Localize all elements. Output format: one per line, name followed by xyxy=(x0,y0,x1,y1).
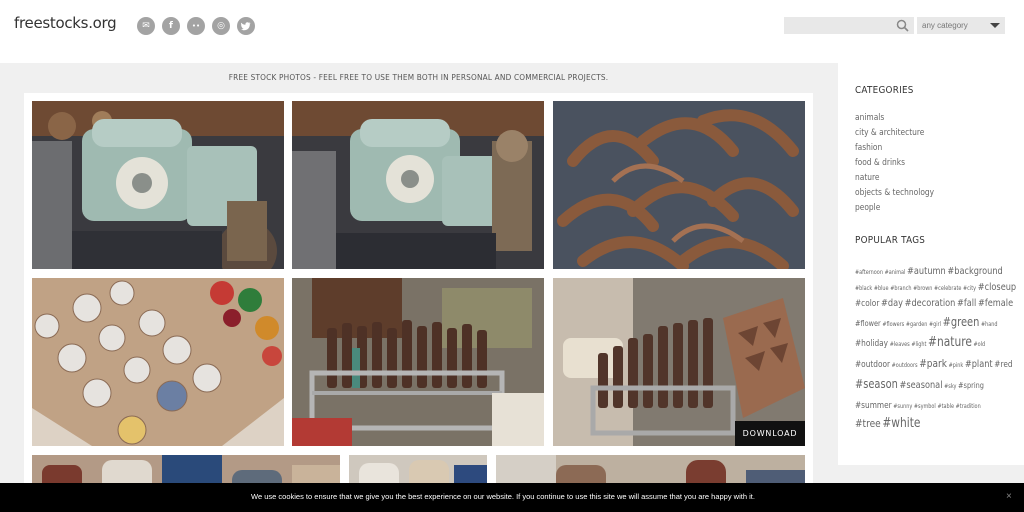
search-icon[interactable] xyxy=(896,19,909,32)
tag-link[interactable]: #city xyxy=(963,285,976,292)
page-tagline: FREE STOCK PHOTOS - FEEL FREE TO USE THE… xyxy=(228,73,609,82)
cookie-banner: We use cookies to ensure that we give yo… xyxy=(0,483,1024,512)
tag-link[interactable]: #red xyxy=(994,360,1012,370)
tag-link[interactable]: #hand xyxy=(981,321,998,328)
tag-row: #color #day #decoration #fall #female xyxy=(855,293,1015,309)
tag-link[interactable]: #color xyxy=(855,299,879,309)
tag-link[interactable]: #sky xyxy=(944,383,956,390)
tag-link[interactable]: #nature xyxy=(928,335,972,350)
tag-link[interactable]: #tree xyxy=(855,417,881,430)
tag-row: #season #seasonal #sky #spring xyxy=(855,375,986,391)
tag-row: #afternoon #animal #autumn #background xyxy=(855,261,1004,277)
category-link[interactable]: city & architecture xyxy=(855,126,934,141)
tag-link[interactable]: #seasonal xyxy=(899,380,942,391)
photo-bottle-crate-2[interactable]: DOWNLOAD xyxy=(553,278,805,446)
tag-link[interactable]: #green xyxy=(943,315,980,329)
category-link[interactable]: fashion xyxy=(855,141,934,156)
tag-link[interactable]: #season xyxy=(855,377,898,391)
tag-link[interactable]: #table xyxy=(937,403,954,410)
tag-link[interactable]: #white xyxy=(882,416,920,431)
tag-link[interactable]: #garden xyxy=(906,321,927,328)
tag-link[interactable]: #holiday xyxy=(855,339,888,349)
tag-row: #holiday #leaves #light #nature #old xyxy=(855,333,987,349)
photo-gallery: DOWNLOAD xyxy=(24,93,813,512)
category-link[interactable]: food & drinks xyxy=(855,156,934,171)
tag-link[interactable]: #decoration xyxy=(905,298,956,309)
tag-row: #flower #flowers #garden #girl #green #hand xyxy=(855,313,999,329)
tag-link[interactable]: #park xyxy=(919,357,947,370)
categories-title: CATEGORIES xyxy=(855,85,914,96)
tag-link[interactable]: #flower xyxy=(855,319,881,328)
category-link[interactable]: animals xyxy=(855,111,934,126)
tag-link[interactable]: #pink xyxy=(949,362,964,369)
flickr-icon[interactable]: •• xyxy=(187,17,205,35)
category-link[interactable]: people xyxy=(855,201,934,216)
category-list: animals city & architecture fashion food… xyxy=(855,111,945,216)
tag-link[interactable]: #symbol xyxy=(914,403,936,410)
tag-link[interactable]: #outdoors xyxy=(892,362,918,369)
tag-link[interactable]: #blue xyxy=(874,285,889,292)
tag-link[interactable]: #female xyxy=(978,298,1013,309)
tag-link[interactable]: #spring xyxy=(958,381,984,390)
tag-link[interactable]: #celebrate xyxy=(934,285,961,292)
photo-bottle-crate-1[interactable] xyxy=(292,278,544,446)
tag-link[interactable]: #day xyxy=(881,298,903,309)
tag-row: #black #blue #branch #brown #celebrate #city #… xyxy=(855,277,1018,293)
tag-row: #outdoor #outdoors #park #pink #plant #red xyxy=(855,354,1014,370)
tag-link[interactable]: #animal xyxy=(885,269,906,276)
tag-link[interactable]: #black xyxy=(855,285,872,292)
close-icon[interactable]: × xyxy=(1006,491,1012,502)
mail-icon[interactable]: ✉ xyxy=(137,17,155,35)
category-select[interactable]: any category xyxy=(917,17,1005,34)
photo-vintage-phones-1[interactable] xyxy=(32,101,284,269)
tag-link[interactable]: #closeup xyxy=(978,282,1016,293)
popular-tags-title: POPULAR TAGS xyxy=(855,235,926,246)
tag-link[interactable]: #light xyxy=(911,341,926,348)
tag-link[interactable]: #branch xyxy=(890,285,911,292)
photo-christmas-ornaments[interactable] xyxy=(32,278,284,446)
chevron-down-icon xyxy=(990,23,1000,28)
tag-link[interactable]: #afternoon xyxy=(855,269,883,276)
category-link[interactable]: nature xyxy=(855,171,934,186)
category-link[interactable]: objects & technology xyxy=(855,186,934,201)
tag-link[interactable]: #autumn xyxy=(907,266,946,277)
tag-link[interactable]: #sunny xyxy=(893,403,912,410)
facebook-icon[interactable]: f xyxy=(162,17,180,35)
photo-rusty-horseshoes[interactable] xyxy=(553,101,805,269)
tag-link[interactable]: #brown xyxy=(913,285,932,292)
tag-row: #summer #sunny #symbol #table #tradition xyxy=(855,395,982,411)
tag-link[interactable]: #girl xyxy=(929,321,941,328)
tag-row: #tree #white xyxy=(855,414,922,430)
tag-link[interactable]: #outdoor xyxy=(855,360,890,370)
sidebar: CATEGORIES animals city & architecture f… xyxy=(838,63,1024,465)
photo-vintage-phones-2[interactable] xyxy=(292,101,544,269)
tag-link[interactable]: #tradition xyxy=(956,403,981,410)
tag-link[interactable]: #background xyxy=(947,266,1002,277)
site-logo[interactable]: freestocks.org xyxy=(14,14,117,32)
main-content: FREE STOCK PHOTOS - FEEL FREE TO USE THE… xyxy=(0,63,838,512)
twitter-icon[interactable] xyxy=(237,17,255,35)
site-header: freestocks.org ✉ f •• ◎ any category xyxy=(0,0,1024,63)
tag-link[interactable]: #leaves xyxy=(890,341,910,348)
tag-link[interactable]: #summer xyxy=(855,401,892,411)
social-links: ✉ f •• ◎ xyxy=(137,17,255,35)
download-button[interactable]: DOWNLOAD xyxy=(735,421,805,446)
tag-link[interactable]: #plant xyxy=(965,359,993,370)
category-select-value: any category xyxy=(922,21,968,30)
search-input[interactable] xyxy=(784,17,914,34)
tag-link[interactable]: #fall xyxy=(957,298,976,309)
tag-link[interactable]: #flowers xyxy=(882,321,904,328)
cookie-message: We use cookies to ensure that we give yo… xyxy=(251,492,755,501)
instagram-icon[interactable]: ◎ xyxy=(212,17,230,35)
tag-link[interactable]: #old xyxy=(974,341,986,348)
